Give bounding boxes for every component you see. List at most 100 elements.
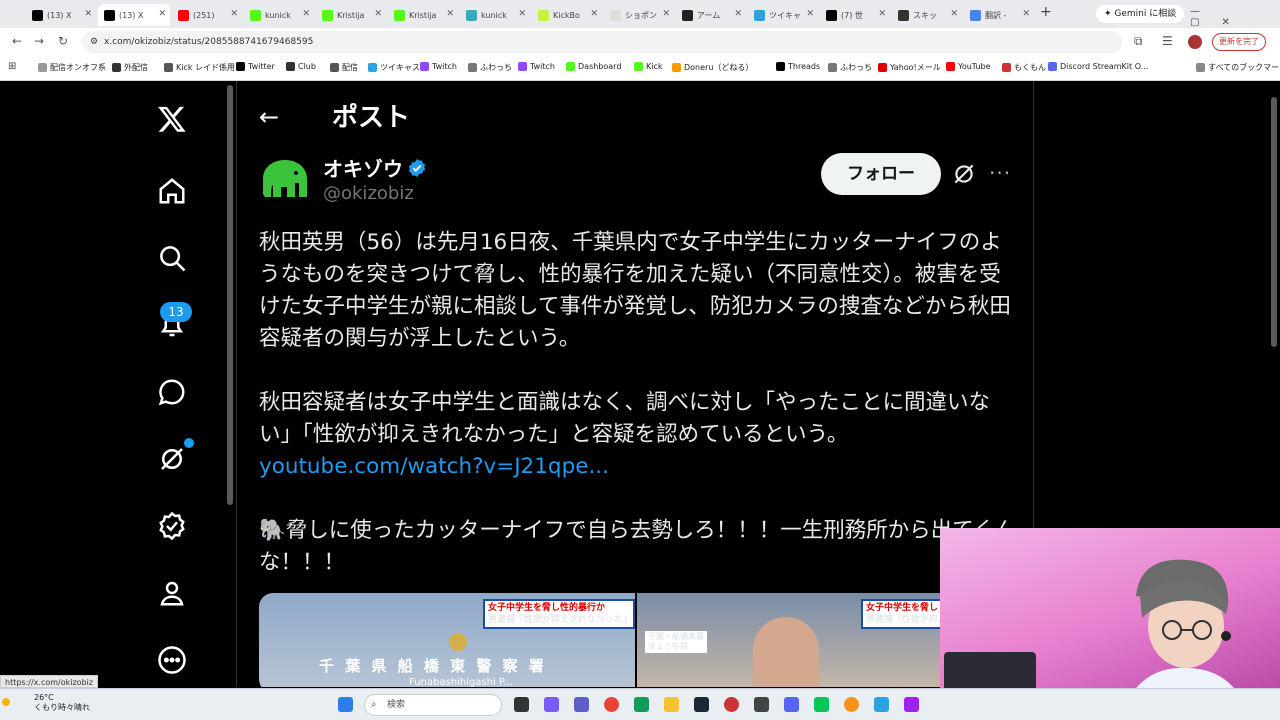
update-button[interactable]: 更新を完了 [1212, 33, 1266, 51]
app-icon[interactable] [904, 697, 919, 712]
follow-button[interactable]: フォロー [821, 153, 941, 195]
bookmark-item[interactable]: Twitch [518, 62, 555, 71]
more-icon[interactable]: ··· [989, 161, 1011, 185]
copilot-icon[interactable] [544, 697, 559, 712]
media-image-police-station[interactable]: 女子中学生を脅し性的暴行か 男逮捕「性欲が抑えきれなかった」 千 葉 県 船 橋… [259, 593, 635, 687]
steam-icon[interactable] [694, 697, 709, 712]
window-controls[interactable]: —▢✕ [1190, 6, 1280, 28]
gemini-button[interactable]: ✦ Gemini に相談 [1096, 5, 1185, 23]
bookmark-item[interactable]: ツイキャス [368, 62, 420, 73]
new-tab-button[interactable]: + [1040, 4, 1052, 20]
chrome-icon[interactable] [604, 697, 619, 712]
bookmark-item-threads[interactable]: Threads [776, 62, 820, 71]
browser-tab[interactable]: KickBo ✕ [532, 4, 602, 26]
station-sign: 千 葉 県 船 橋 東 警 察 署 [319, 657, 547, 675]
forward-icon[interactable]: → [34, 34, 44, 48]
left-scrollbar[interactable] [227, 85, 233, 685]
file-explorer-icon[interactable] [664, 697, 679, 712]
police-emblem [449, 633, 467, 651]
post-column: ← ポスト オキゾウ @okizobiz フォロー ··· 秋田英男（56）は先… [236, 81, 1034, 687]
tab-bar: (13) X ✕ (13) X ✕ (251) ✕ kunick ✕ Kristija… [0, 0, 1280, 28]
author-handle[interactable]: @okizobiz [323, 183, 414, 204]
browser-tab[interactable]: (251) ✕ [172, 4, 242, 26]
location-caption: 千葉・船橋東署 きょう午前 [645, 631, 707, 653]
line-icon[interactable] [814, 697, 829, 712]
profile-icon[interactable] [152, 573, 192, 613]
bookmark-item[interactable]: Kick [634, 62, 663, 71]
edge-icon[interactable] [634, 697, 649, 712]
bookmark-item[interactable]: 配信オンオフ系 [38, 62, 106, 73]
author-avatar[interactable] [259, 153, 313, 207]
search-icon[interactable] [152, 238, 192, 278]
suspect-figure [753, 617, 819, 687]
browser-tab[interactable]: kunick ✕ [244, 4, 314, 26]
reload-icon[interactable]: ↻ [58, 34, 68, 48]
discord-icon[interactable] [784, 697, 799, 712]
author-name[interactable]: オキゾウ [323, 153, 427, 182]
profile-avatar[interactable] [1188, 35, 1202, 49]
bookmark-item[interactable]: ふわっち [468, 62, 512, 73]
task-view-icon[interactable] [514, 697, 529, 712]
browser-tab[interactable]: スキッ ✕ [892, 4, 962, 26]
extensions-icon[interactable]: ⧉ [1134, 34, 1143, 49]
grok-explain-icon[interactable] [951, 161, 977, 187]
browser-tab[interactable]: ショポン ✕ [604, 4, 674, 26]
bookmark-item[interactable]: Twitter [236, 62, 275, 71]
browser-tab[interactable]: (7) 世 ✕ [820, 4, 890, 26]
bookmark-item[interactable]: Dashboard [566, 62, 621, 71]
browser-tab[interactable]: ツイキャ ✕ [748, 4, 818, 26]
elephant-logo-icon [259, 153, 313, 207]
address-bar[interactable]: ⚙ x.com/okizobiz/status/2085588741679468… [82, 31, 1122, 53]
post-paragraph: 🐘脅しに使ったカッターナイフで自ら去勢しろ！！！一生刑務所から出てくんな！！！ [259, 518, 1017, 575]
browser-tab[interactable]: kunick ✕ [460, 4, 530, 26]
search-icon: ⌕ [371, 699, 377, 710]
browser-tab[interactable]: 翻訳 - ✕ [964, 4, 1034, 26]
weather-widget[interactable]: 26°C くもり時々晴れ [34, 693, 90, 713]
menu-icon[interactable]: ☰ [1162, 34, 1173, 48]
back-icon[interactable]: ← [12, 34, 22, 48]
back-arrow-icon[interactable]: ← [259, 103, 279, 131]
post-text: 秋田英男（56）は先月16日夜、千葉県内で女子中学生にカッターナイフのようなもの… [259, 227, 1019, 579]
obs-icon[interactable] [724, 697, 739, 712]
browser-tab-active[interactable]: (13) X ✕ [98, 4, 170, 26]
bookmark-item[interactable]: ふわっち [828, 62, 872, 73]
apps-icon[interactable]: ⊞ [8, 61, 16, 72]
post-link[interactable]: youtube.com/watch?v=J21qpe... [259, 451, 1019, 483]
home-icon[interactable] [152, 171, 192, 211]
taskbar: 26°C くもり時々晴れ ⌕ 検索 [0, 688, 1280, 720]
browser-tab[interactable]: Kristija ✕ [316, 4, 386, 26]
verified-badge-icon [408, 158, 426, 177]
bookmark-folder[interactable]: すべてのブックマーク [1196, 62, 1280, 73]
browser-tab[interactable]: Kristija ✕ [388, 4, 458, 26]
bookmark-item[interactable]: Yahoo!メール [878, 62, 941, 73]
notification-count-badge: 13 [160, 302, 192, 322]
more-options-icon[interactable] [152, 640, 192, 680]
bookmark-item[interactable]: Twitch [420, 62, 457, 71]
streamer-figure [1132, 559, 1238, 692]
bookmark-item[interactable]: Kick レイド係用 [164, 62, 235, 73]
site-info-icon[interactable]: ⚙ [90, 31, 98, 53]
x-logo-icon[interactable] [152, 99, 192, 139]
bookmark-item[interactable]: もくもん [1002, 62, 1046, 73]
taskbar-search[interactable]: ⌕ 検索 [364, 694, 502, 716]
app-icon[interactable] [874, 697, 889, 712]
start-icon[interactable] [338, 697, 353, 712]
messages-icon[interactable] [152, 372, 192, 412]
link-status-bar: https://x.com/okizobiz [0, 675, 99, 688]
bookmark-item[interactable]: 外配信 [112, 62, 148, 73]
bookmark-item[interactable]: Doneru（どねる） [672, 62, 753, 73]
post-paragraph: 秋田英男（56）は先月16日夜、千葉県内で女子中学生にカッターナイフのようなもの… [259, 230, 1011, 351]
teams-icon[interactable] [574, 697, 589, 712]
side-navigation: 13 [0, 81, 236, 687]
app-icon[interactable] [844, 697, 859, 712]
browser-tab[interactable]: (13) X ✕ [26, 4, 96, 26]
verified-orgs-icon[interactable] [152, 506, 192, 546]
app-icon[interactable] [754, 697, 769, 712]
post-media[interactable]: 女子中学生を脅し性的暴行か 男逮捕「性欲が抑えきれなかった」 千 葉 県 船 橋… [259, 593, 979, 687]
bookmark-item[interactable]: YouTube [946, 62, 991, 71]
browser-tab[interactable]: アーム ✕ [676, 4, 746, 26]
bookmark-item[interactable]: Discord StreamKit O... [1048, 62, 1148, 71]
media-image-suspect[interactable]: 千葉・船橋東署 きょう午前 女子中学生を脅し 男逮捕「性欲が抑えき [637, 593, 979, 687]
bookmark-item[interactable]: Club [286, 62, 316, 71]
bookmark-item[interactable]: 配信 [330, 62, 358, 73]
